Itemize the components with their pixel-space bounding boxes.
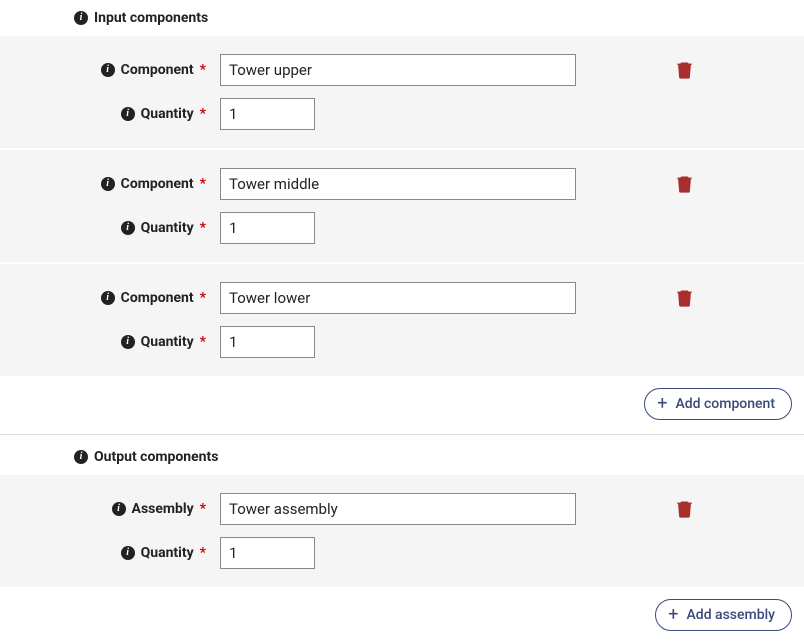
assembly-label: Assembly	[132, 501, 194, 517]
required-asterisk: *	[200, 62, 206, 78]
output-row: i Assembly * i Quantity *	[0, 475, 804, 587]
required-asterisk: *	[200, 501, 206, 517]
output-components-header: i Output components	[0, 439, 804, 475]
info-icon: i	[121, 546, 135, 560]
info-icon: i	[121, 107, 135, 121]
quantity-input[interactable]	[220, 98, 315, 130]
quantity-label-cell: i Quantity *	[0, 106, 220, 122]
required-asterisk: *	[200, 290, 206, 306]
trash-icon[interactable]	[677, 175, 692, 193]
quantity-label: Quantity	[141, 106, 194, 122]
quantity-label: Quantity	[141, 545, 194, 561]
info-icon: i	[121, 335, 135, 349]
input-row: i Component * i Quantity *	[0, 150, 804, 262]
add-assembly-label: Add assembly	[687, 607, 775, 623]
required-asterisk: *	[200, 176, 206, 192]
info-icon: i	[74, 11, 88, 25]
required-asterisk: *	[200, 220, 206, 236]
plus-icon: +	[668, 606, 678, 624]
plus-icon: +	[657, 395, 667, 413]
quantity-label-cell: i Quantity *	[0, 220, 220, 236]
required-asterisk: *	[200, 545, 206, 561]
quantity-label: Quantity	[141, 220, 194, 236]
add-assembly-button[interactable]: + Add assembly	[655, 599, 792, 631]
required-asterisk: *	[200, 106, 206, 122]
component-label-cell: i Component *	[0, 290, 220, 306]
info-icon: i	[101, 291, 115, 305]
input-row: i Component * i Quantity *	[0, 36, 804, 148]
add-component-button[interactable]: + Add component	[644, 388, 792, 420]
component-label-cell: i Component *	[0, 62, 220, 78]
trash-icon[interactable]	[677, 500, 692, 518]
info-icon: i	[101, 177, 115, 191]
input-components-header: i Input components	[0, 0, 804, 36]
component-label: Component	[121, 176, 194, 192]
info-icon: i	[121, 221, 135, 235]
component-input[interactable]	[220, 54, 576, 86]
info-icon: i	[101, 63, 115, 77]
info-icon: i	[74, 450, 88, 464]
assembly-input[interactable]	[220, 493, 576, 525]
component-label: Component	[121, 290, 194, 306]
quantity-label-cell: i Quantity *	[0, 545, 220, 561]
trash-icon[interactable]	[677, 61, 692, 79]
assembly-label-cell: i Assembly *	[0, 501, 220, 517]
info-icon: i	[112, 502, 126, 516]
quantity-label-cell: i Quantity *	[0, 334, 220, 350]
quantity-input[interactable]	[220, 212, 315, 244]
trash-icon[interactable]	[677, 289, 692, 307]
quantity-label: Quantity	[141, 334, 194, 350]
component-input[interactable]	[220, 168, 576, 200]
input-section-title: Input components	[94, 10, 208, 26]
component-label-cell: i Component *	[0, 176, 220, 192]
required-asterisk: *	[200, 334, 206, 350]
output-section-title: Output components	[94, 449, 218, 465]
quantity-input[interactable]	[220, 326, 315, 358]
input-row: i Component * i Quantity *	[0, 264, 804, 376]
component-input[interactable]	[220, 282, 576, 314]
quantity-input[interactable]	[220, 537, 315, 569]
section-divider	[0, 434, 804, 435]
component-label: Component	[121, 62, 194, 78]
add-component-label: Add component	[675, 396, 775, 412]
